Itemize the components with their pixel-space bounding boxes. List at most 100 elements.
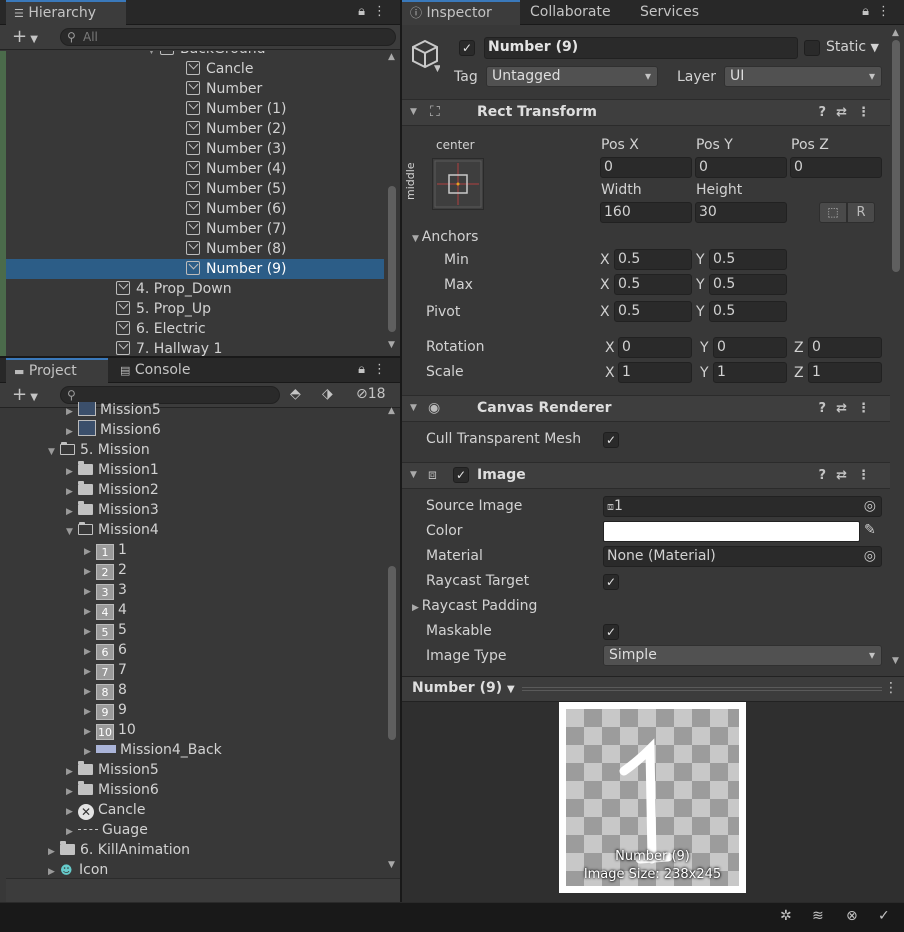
foldout-arrow[interactable]: ▶ [84,542,96,562]
raw-edit-button[interactable]: R [847,202,875,223]
pivot-x-field[interactable]: 0.5 [614,301,692,322]
eyedropper-icon[interactable]: ✎ [864,522,876,538]
project-item[interactable]: ▼ 5. Mission [6,440,384,460]
project-item[interactable]: ▶ 9 9 [6,700,384,720]
foldout-arrow[interactable]: ▼ [66,522,78,542]
hierarchy-item[interactable]: Number [6,79,384,99]
more-menu-icon[interactable]: ⋮ [877,4,898,19]
canvas-renderer-header[interactable]: ▼ ◉ Canvas Renderer ?⇄⋮ [402,395,890,422]
hierarchy-search-input[interactable]: ⚲ All [60,28,396,46]
rot-x-field[interactable]: 0 [618,337,692,358]
tab-inspector[interactable]: ⓘ Inspector [402,0,520,25]
hierarchy-item[interactable]: 6. Electric [6,319,384,339]
raycast-target-checkbox[interactable]: ✓ [603,574,619,590]
hierarchy-item[interactable]: Cancle [6,59,384,79]
project-item[interactable]: ▶ 7 7 [6,660,384,680]
filter-by-label-icon[interactable]: ⬗ [322,386,333,402]
project-item[interactable]: ▶ 6. KillAnimation [6,840,384,860]
lock-icon[interactable]: 🔒︎ [358,4,373,19]
anchors-foldout[interactable]: ▼ Anchors [412,229,478,245]
hierarchy-item[interactable]: Number (7) [6,219,384,239]
project-item[interactable]: ▶ Mission2 [6,480,384,500]
help-icon[interactable]: ? [819,401,837,416]
raycast-padding-foldout[interactable]: ▶ Raycast Padding [412,598,537,614]
project-scrollbar[interactable] [388,566,396,740]
maskable-checkbox[interactable]: ✓ [603,624,619,640]
posx-field[interactable]: 0 [600,157,692,178]
hierarchy-item[interactable]: ▼BackGround [6,51,384,59]
project-item[interactable]: ▶ Mission5 [6,402,384,420]
blueprint-mode-button[interactable]: ⬚ [819,202,847,223]
pivot-y-field[interactable]: 0.5 [709,301,787,322]
image-enabled-checkbox[interactable]: ✓ [453,467,469,483]
hierarchy-item[interactable]: 4. Prop_Down [6,279,384,299]
foldout-arrow[interactable]: ▶ [66,402,78,422]
posz-field[interactable]: 0 [790,157,882,178]
rot-y-field[interactable]: 0 [713,337,787,358]
more-menu-icon[interactable]: ⋮ [373,4,394,19]
scroll-up-arrow[interactable]: ▲ [388,52,395,62]
posy-field[interactable]: 0 [695,157,787,178]
tab-console[interactable]: ▤ Console [112,358,198,383]
preset-icon[interactable]: ⇄ [836,468,857,483]
rot-z-field[interactable]: 0 [808,337,882,358]
foldout-arrow[interactable]: ▶ [66,482,78,502]
debug-icon[interactable]: ✲ [780,908,792,924]
foldout-arrow[interactable]: ▶ [66,782,78,802]
hierarchy-item[interactable]: Number (1) [6,99,384,119]
min-x-field[interactable]: 0.5 [614,249,692,270]
scroll-down-arrow[interactable]: ▼ [388,860,395,870]
more-menu-icon[interactable]: ⋮ [857,468,880,483]
layer-dropdown[interactable]: UI [724,66,882,87]
max-y-field[interactable]: 0.5 [709,274,787,295]
preset-icon[interactable]: ⇄ [836,105,857,120]
layers-icon[interactable]: ≋ [812,908,824,924]
project-item[interactable]: ▶ Mission3 [6,500,384,520]
more-menu-icon[interactable]: ⋮ [857,105,880,120]
tab-hierarchy[interactable]: ☰ Hierarchy [6,0,126,25]
scroll-down-arrow[interactable]: ▼ [388,340,395,350]
object-name-field[interactable]: Number (9) [484,37,798,59]
project-item[interactable]: ▶ 5 5 [6,620,384,640]
foldout-arrow[interactable]: ▶ [84,602,96,622]
foldout-arrow[interactable]: ▶ [84,642,96,662]
lock-icon[interactable]: 🔒︎ [862,4,877,19]
image-header[interactable]: ▼ ⧈ ✓ Image ?⇄⋮ [402,462,890,489]
object-picker-icon[interactable]: ◎ [864,547,876,566]
bug-off-icon[interactable]: ⊗ [846,908,858,924]
height-field[interactable]: 30 [695,202,787,223]
help-icon[interactable]: ? [819,105,837,120]
more-menu-icon[interactable]: ⋮ [373,362,394,377]
source-image-field[interactable]: ⧈1 ◎ [603,496,882,517]
foldout-arrow[interactable]: ▶ [66,802,78,822]
image-type-dropdown[interactable]: Simple [603,645,882,666]
more-menu-icon[interactable]: ⋮ [884,680,898,696]
foldout-arrow[interactable]: ▶ [84,662,96,682]
project-item[interactable]: ▶ Mission5 [6,760,384,780]
min-y-field[interactable]: 0.5 [709,249,787,270]
hierarchy-item[interactable]: Number (2) [6,119,384,139]
preview-drag-bar[interactable] [522,687,882,691]
tab-services[interactable]: Services [632,0,707,25]
active-checkbox[interactable]: ✓ [459,40,475,56]
preview-title-dropdown[interactable]: Number (9) ▼ [412,680,515,696]
foldout-arrow[interactable]: ▶ [84,702,96,722]
rect-transform-header[interactable]: ▼ ⛶ Rect Transform ?⇄⋮ [402,99,890,126]
project-item[interactable]: ▶ Mission1 [6,460,384,480]
project-item[interactable]: ▶ 1 1 [6,540,384,560]
project-item[interactable]: ▶ 10 10 [6,720,384,740]
anchor-presets-button[interactable] [432,158,484,210]
foldout-arrow[interactable]: ▶ [84,562,96,582]
foldout-arrow[interactable]: ▶ [84,682,96,702]
foldout-arrow[interactable]: ▼ [48,442,60,462]
project-item[interactable]: ▶ ☻ Icon [6,860,384,878]
width-field[interactable]: 160 [600,202,692,223]
hierarchy-item[interactable]: Number (6) [6,199,384,219]
max-x-field[interactable]: 0.5 [614,274,692,295]
project-item[interactable]: ▶ Guage [6,820,384,840]
foldout-arrow[interactable]: ▶ [84,582,96,602]
project-item[interactable]: ▶ 8 8 [6,680,384,700]
project-item[interactable]: ▶ 6 6 [6,640,384,660]
hierarchy-item[interactable]: Number (3) [6,139,384,159]
hierarchy-item[interactable]: Number (5) [6,179,384,199]
